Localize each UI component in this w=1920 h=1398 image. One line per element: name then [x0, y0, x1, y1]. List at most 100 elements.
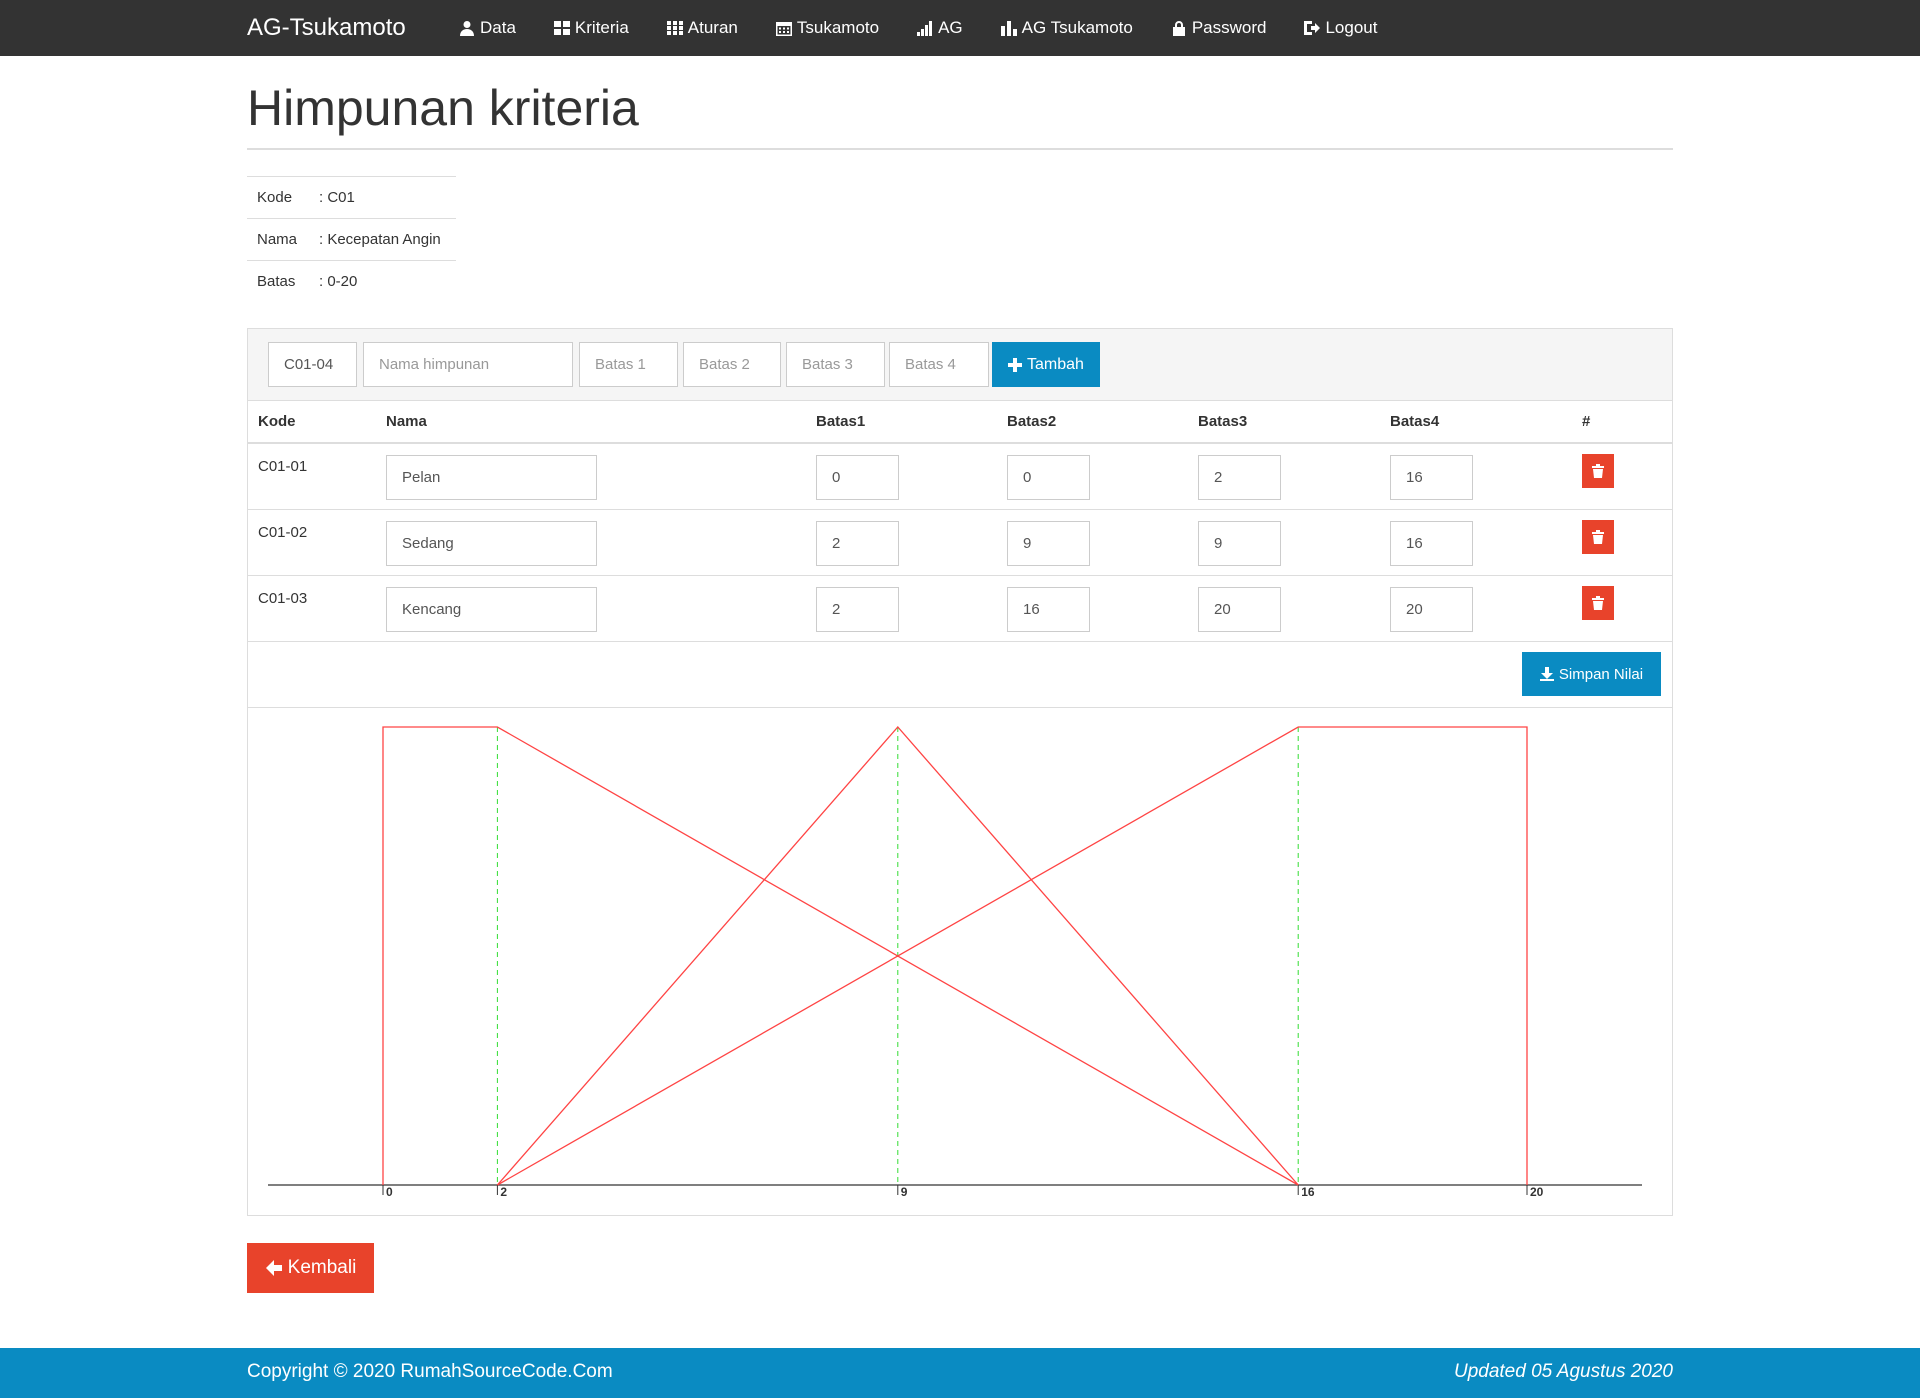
nav-item-tsukamoto[interactable]: Tsukamoto [757, 0, 898, 56]
batas2-field[interactable] [1007, 587, 1090, 632]
bar-chart-icon [1000, 21, 1017, 36]
page-title: Himpunan kriteria [247, 80, 639, 136]
info-value: : Kecepatan Angin [319, 231, 441, 248]
row-kode: C01-02 [258, 524, 308, 541]
nav-item-kriteria[interactable]: Kriteria [535, 0, 648, 56]
brand-link[interactable]: AG-Tsukamoto [247, 14, 406, 42]
batas1-field[interactable] [816, 587, 899, 632]
batas2-field[interactable] [1007, 455, 1090, 500]
info-row-nama: Nama : Kecepatan Angin [247, 218, 456, 260]
nav-item-aturan[interactable]: Aturan [648, 0, 757, 56]
batas3-field[interactable] [1198, 455, 1281, 500]
table-header: Kode Nama Batas1 Batas2 Batas3 Batas4 # [248, 401, 1672, 444]
col-header-action: # [1582, 413, 1591, 430]
col-header-kode: Kode [258, 413, 296, 430]
nav-label: AG [938, 18, 963, 37]
batas4-field[interactable] [1390, 455, 1473, 500]
series-line-3 [497, 726, 1528, 1186]
x-tick-label: 2 [500, 1185, 507, 1199]
nav-label: Kriteria [574, 18, 629, 37]
tambah-button[interactable]: Tambah [992, 342, 1100, 387]
delete-button[interactable] [1582, 586, 1614, 620]
info-key: Nama [257, 231, 298, 248]
add-himpunan-form: Tambah [248, 329, 1672, 401]
series-line-1 [382, 726, 1299, 1186]
row-kode: C01-01 [258, 458, 308, 475]
info-row-batas: Batas : 0-20 [247, 260, 456, 302]
delete-button[interactable] [1582, 520, 1614, 554]
batas1-field[interactable] [816, 455, 899, 500]
grid-icon [553, 21, 570, 35]
kembali-label: Kembali [287, 1257, 357, 1278]
navbar: AG-Tsukamoto Data Kriteria Aturan Tsukam… [0, 0, 1920, 56]
nama-field[interactable] [386, 455, 597, 500]
nav-item-data[interactable]: Data [440, 0, 535, 56]
footer-copyright: Copyright © 2020 RumahSourceCode.Com [247, 1361, 613, 1382]
simpan-nilai-button[interactable]: Simpan Nilai [1522, 652, 1661, 696]
plus-icon [1008, 357, 1023, 372]
nav-label: Tsukamoto [796, 18, 880, 37]
x-tick-label: 0 [386, 1185, 393, 1199]
col-header-batas4: Batas4 [1390, 413, 1440, 430]
batas3-field[interactable] [1198, 587, 1281, 632]
nav-label: Logout [1325, 18, 1378, 37]
table-row: C01-01 [248, 444, 1672, 510]
logout-icon [1304, 21, 1321, 35]
nav-item-logout[interactable]: Logout [1285, 0, 1396, 56]
nav-label: Data [480, 18, 516, 37]
nav-item-password[interactable]: Password [1152, 0, 1286, 56]
batas2-field[interactable] [1007, 521, 1090, 566]
batas4-field[interactable] [1390, 521, 1473, 566]
col-header-nama: Nama [386, 413, 427, 430]
save-row: Simpan Nilai [248, 642, 1672, 708]
delete-button[interactable] [1582, 454, 1614, 488]
info-row-kode: Kode : C01 [247, 176, 456, 218]
footer-updated: Updated 05 Agustus 2020 [1453, 1361, 1673, 1382]
row-kode: C01-03 [258, 590, 308, 607]
nav-menu: Data Kriteria Aturan Tsukamoto AG AG Tsu… [440, 0, 1396, 56]
x-tick-label: 9 [901, 1185, 908, 1199]
lock-icon [1172, 21, 1185, 36]
col-header-batas2: Batas2 [1007, 413, 1057, 430]
batas3-field[interactable] [1198, 521, 1281, 566]
title-divider [247, 148, 1673, 150]
x-tick-label: 20 [1530, 1185, 1544, 1199]
trash-icon [1592, 464, 1604, 478]
kembali-button[interactable]: Kembali [247, 1243, 374, 1293]
info-value: : C01 [319, 189, 355, 206]
info-key: Kode [257, 189, 293, 206]
col-header-batas1: Batas1 [816, 413, 866, 430]
nama-himpunan-input[interactable] [363, 342, 573, 387]
grid-icon [666, 21, 683, 35]
nav-item-ag[interactable]: AG [898, 0, 982, 56]
signal-icon [917, 21, 933, 36]
tambah-label: Tambah [1027, 355, 1084, 373]
batas3-input[interactable] [786, 342, 885, 387]
himpunan-panel: Tambah Kode Nama Batas1 Batas2 Batas3 Ba… [247, 328, 1673, 1216]
criteria-info-table: Kode : C01 Nama : Kecepatan Angin Batas … [247, 176, 456, 302]
batas2-input[interactable] [683, 342, 781, 387]
col-header-batas3: Batas3 [1198, 413, 1248, 430]
trash-icon [1592, 596, 1604, 610]
batas1-input[interactable] [579, 342, 678, 387]
nama-field[interactable] [386, 587, 597, 632]
download-icon [1539, 667, 1554, 681]
table-row: C01-03 [248, 576, 1672, 642]
footer: Copyright © 2020 RumahSourceCode.Com Upd… [0, 1348, 1920, 1398]
batas4-input[interactable] [889, 342, 989, 387]
nav-label: AG Tsukamoto [1021, 18, 1133, 37]
info-key: Batas [257, 273, 296, 290]
nav-item-ag-tsukamoto[interactable]: AG Tsukamoto [982, 0, 1152, 56]
nav-label: Password [1191, 18, 1267, 37]
batas1-field[interactable] [816, 521, 899, 566]
simpan-label: Simpan Nilai [1558, 665, 1644, 683]
nav-label: Aturan [687, 18, 738, 37]
membership-chart: 0 2 9 16 20 [248, 707, 1672, 1215]
user-icon [460, 21, 474, 36]
calendar-icon [775, 22, 792, 36]
nama-field[interactable] [386, 521, 597, 566]
kode-input[interactable] [268, 342, 357, 387]
arrow-left-icon [265, 1260, 282, 1276]
batas4-field[interactable] [1390, 587, 1473, 632]
trash-icon [1592, 530, 1604, 544]
